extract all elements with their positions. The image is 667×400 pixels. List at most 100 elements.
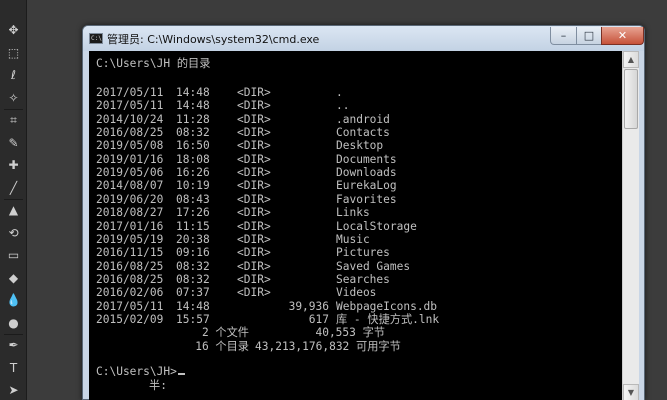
- summary-file-bytes: 40,553 字节: [315, 326, 385, 340]
- entry-name: Favorites: [336, 192, 397, 206]
- entry-name: Contacts: [336, 126, 390, 140]
- maximize-button[interactable]: □: [576, 27, 602, 45]
- close-button[interactable]: ✕: [601, 27, 644, 45]
- clone-stamp-icon[interactable]: ▲: [3, 200, 24, 220]
- entry-type: <DIR>: [237, 286, 271, 300]
- directory-entry: 2016/08/25 08:32 <DIR> Contacts: [89, 126, 622, 139]
- entry-date: 2015/02/09: [96, 312, 164, 326]
- entry-name: LocalStorage: [336, 219, 417, 233]
- directory-entry: 2014/08/07 10:19 <DIR> EurekaLog: [89, 179, 622, 192]
- entry-name: Desktop: [336, 139, 384, 153]
- directory-entry: 2017/01/16 11:15 <DIR> LocalStorage: [89, 220, 622, 233]
- tools-panel: ✥ ⬚ ℓ ✧ ⌗ ✎ ✚ ╱ ▲ ⟲ ▭ ◆ 💧 ● ✒ T ➤: [0, 0, 27, 400]
- entry-name: Searches: [336, 272, 390, 286]
- entry-time: 11:15: [176, 219, 210, 233]
- directory-entry: 2017/05/11 14:48 39,936 WebpageIcons.db: [89, 300, 622, 313]
- entry-type: <DIR>: [237, 166, 271, 180]
- directory-entry: 2017/05/11 14:48 <DIR>.: [89, 86, 622, 99]
- directory-entry: 2016/11/15 09:16 <DIR> Pictures: [89, 246, 622, 259]
- entry-name: Videos: [336, 286, 377, 300]
- minimize-button[interactable]: –: [550, 27, 577, 45]
- entry-date: 2019/05/08: [96, 139, 164, 153]
- summary-free-bytes: 43,213,176,832 可用字节: [255, 339, 401, 353]
- text-cursor: [177, 373, 185, 376]
- directory-entry: 2019/06/20 08:43 <DIR> Favorites: [89, 193, 622, 206]
- type-icon[interactable]: T: [3, 358, 24, 378]
- scroll-up-icon[interactable]: ▲: [623, 51, 639, 68]
- entry-size: 39,936: [288, 299, 329, 313]
- entry-date: 2016/08/25: [96, 126, 164, 140]
- entry-name: Links: [336, 206, 370, 220]
- entry-time: 16:26: [176, 166, 210, 180]
- entry-date: 2017/05/11: [96, 99, 164, 113]
- entry-time: 14:48: [176, 99, 210, 113]
- entry-date: 2016/08/25: [96, 272, 164, 286]
- brush-icon[interactable]: ╱: [3, 178, 24, 198]
- entry-time: 18:08: [176, 152, 210, 166]
- entry-time: 14:48: [176, 86, 210, 99]
- entry-name: 库 - 快捷方式.lnk: [336, 312, 440, 326]
- dodge-icon[interactable]: ●: [3, 313, 24, 333]
- entry-date: 2017/05/11: [96, 86, 164, 99]
- directory-entry: 2016/08/25 08:32 <DIR> Saved Games: [89, 260, 622, 273]
- directory-entry: 2016/02/06 07:37 <DIR> Videos: [89, 286, 622, 299]
- directory-header: C:\Users\JH 的目录: [96, 57, 211, 70]
- vertical-scrollbar[interactable]: ▲ ▼: [622, 51, 639, 400]
- healing-brush-icon[interactable]: ✚: [3, 155, 24, 175]
- entry-name: WebpageIcons.db: [336, 299, 438, 313]
- directory-entry: 2015/02/09 15:57 617 库 - 快捷方式.lnk: [89, 313, 622, 326]
- pen-icon[interactable]: ✒: [3, 335, 24, 355]
- entry-time: 09:16: [176, 246, 210, 260]
- window-border: [639, 51, 644, 400]
- cmd-icon: C:\: [89, 33, 103, 44]
- entry-type: <DIR>: [237, 126, 271, 140]
- move-icon[interactable]: ✥: [3, 20, 24, 40]
- entry-name: Documents: [336, 152, 397, 166]
- entry-name: Downloads: [336, 166, 397, 180]
- entry-time: 08:32: [176, 272, 210, 286]
- entry-type: <DIR>: [237, 152, 271, 166]
- entry-time: 08:32: [176, 126, 210, 140]
- paint-bucket-icon[interactable]: ◆: [3, 268, 24, 288]
- entry-date: 2014/10/24: [96, 112, 164, 126]
- entry-date: 2017/01/16: [96, 219, 164, 233]
- blur-icon[interactable]: 💧: [3, 290, 24, 310]
- directory-entry: 2018/08/27 17:26 <DIR> Links: [89, 206, 622, 219]
- entry-type: <DIR>: [237, 139, 271, 153]
- history-brush-icon[interactable]: ⟲: [3, 223, 24, 243]
- command-prompt-line[interactable]: C:\Users\JH>: [96, 365, 185, 378]
- summary-file-count: 2 个文件: [201, 326, 249, 340]
- entry-time: 15:57: [176, 312, 210, 326]
- entry-date: 2014/08/07: [96, 179, 164, 193]
- entry-type: <DIR>: [237, 206, 271, 220]
- entry-date: 2019/01/16: [96, 152, 164, 166]
- eraser-icon[interactable]: ▭: [3, 245, 24, 265]
- marquee-icon[interactable]: ⬚: [3, 43, 24, 63]
- scroll-thumb[interactable]: [624, 69, 638, 129]
- entry-type: <DIR>: [237, 192, 271, 206]
- crop-icon[interactable]: ⌗: [3, 110, 24, 130]
- entry-name: Saved Games: [336, 259, 411, 273]
- command-prompt: C:\Users\JH>: [96, 365, 177, 379]
- entry-time: 11:28: [176, 112, 210, 126]
- window-title: 管理员: C:\Windows\system32\cmd.exe: [107, 33, 320, 46]
- entry-date: 2017/05/11: [96, 299, 164, 313]
- entry-time: 07:37: [176, 286, 210, 300]
- console-output[interactable]: C:\Users\JH 的目录 2017/05/11 14:48 <DIR>. 201…: [89, 51, 622, 400]
- eyedropper-icon[interactable]: ✎: [3, 133, 24, 153]
- magic-wand-icon[interactable]: ✧: [3, 88, 24, 108]
- entry-type: <DIR>: [237, 99, 271, 113]
- scroll-down-icon[interactable]: ▼: [623, 384, 639, 400]
- directory-entry: 2019/01/16 18:08 <DIR> Documents: [89, 153, 622, 166]
- entry-time: 14:48: [176, 299, 210, 313]
- entry-time: 08:43: [176, 192, 210, 206]
- entry-date: 2019/06/20: [96, 192, 164, 206]
- entry-date: 2016/02/06: [96, 286, 164, 300]
- title-bar[interactable]: C:\ 管理员: C:\Windows\system32\cmd.exe – □…: [83, 26, 644, 51]
- entry-size: 617: [308, 312, 329, 326]
- path-selection-icon[interactable]: ➤: [3, 380, 24, 400]
- entry-name: .: [336, 86, 343, 99]
- entry-type: <DIR>: [237, 246, 271, 260]
- entry-time: 20:38: [176, 232, 210, 246]
- lasso-icon[interactable]: ℓ: [3, 65, 24, 85]
